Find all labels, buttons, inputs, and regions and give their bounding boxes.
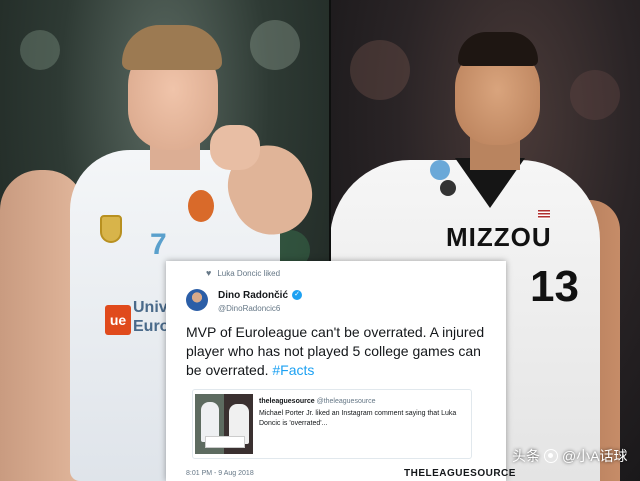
quoted-tweet[interactable]: theleaguesource @theleaguesource Michael… [192,389,472,459]
quoted-author-name: theleaguesource [259,398,315,405]
left-player-hair [122,25,222,70]
quoted-author: theleaguesource @theleaguesource [259,398,375,405]
avatar[interactable] [186,289,208,311]
camera-icon [544,449,558,463]
tweet-card: ♥ Luka Doncic liked Dino Radončić ✓ @Din… [166,261,515,481]
conference-logo-icon [440,180,456,196]
tournament-badge-icon [430,160,450,180]
watermark: 头条 @小A话球 [512,446,628,466]
watermark-platform: 头条 [512,448,540,464]
heart-icon: ♥ [206,268,212,278]
quoted-tweet-text: Michael Porter Jr. liked an Instagram co… [259,410,457,427]
crowd-blur [20,30,60,70]
right-player-hair [458,32,538,66]
liked-by-text: Luka Doncic liked [217,269,281,278]
right-jersey-wordmark: MIZZOU [446,222,552,252]
liked-by-row: ♥ Luka Doncic liked [206,268,281,279]
euroleague-logo-icon [188,190,214,222]
left-jersey-number: 7 [150,228,167,261]
tweet-body: MVP of Euroleague can't be overrated. A … [186,323,491,380]
right-jersey-number: 13 [530,262,579,311]
author-name[interactable]: Dino Radončić [218,290,288,301]
hashtag-link[interactable]: #Facts [272,362,314,378]
left-player-hand [210,125,260,170]
flag-icon [538,210,550,219]
crowd-blur [250,20,300,70]
quoted-tweet-thumbnail [195,394,253,454]
crowd-blur [350,40,410,100]
quoted-author-handle: @theleaguesource [316,398,376,405]
verified-badge-icon: ✓ [292,290,302,300]
tweet-text: MVP of Euroleague can't be overrated. A … [186,324,485,378]
tweet-timestamp[interactable]: 8:01 PM - 9 Aug 2018 [186,470,254,477]
sponsor-logo-icon: ue [105,305,131,335]
brand-wordmark: THELEAGUESOURCE [404,468,516,479]
watermark-account: @小A话球 [562,448,628,464]
crowd-blur [570,70,620,120]
author-handle[interactable]: @DinoRadoncic6 [218,304,280,313]
club-crest-icon [100,215,122,243]
thumbnail-comment-box [205,436,245,448]
